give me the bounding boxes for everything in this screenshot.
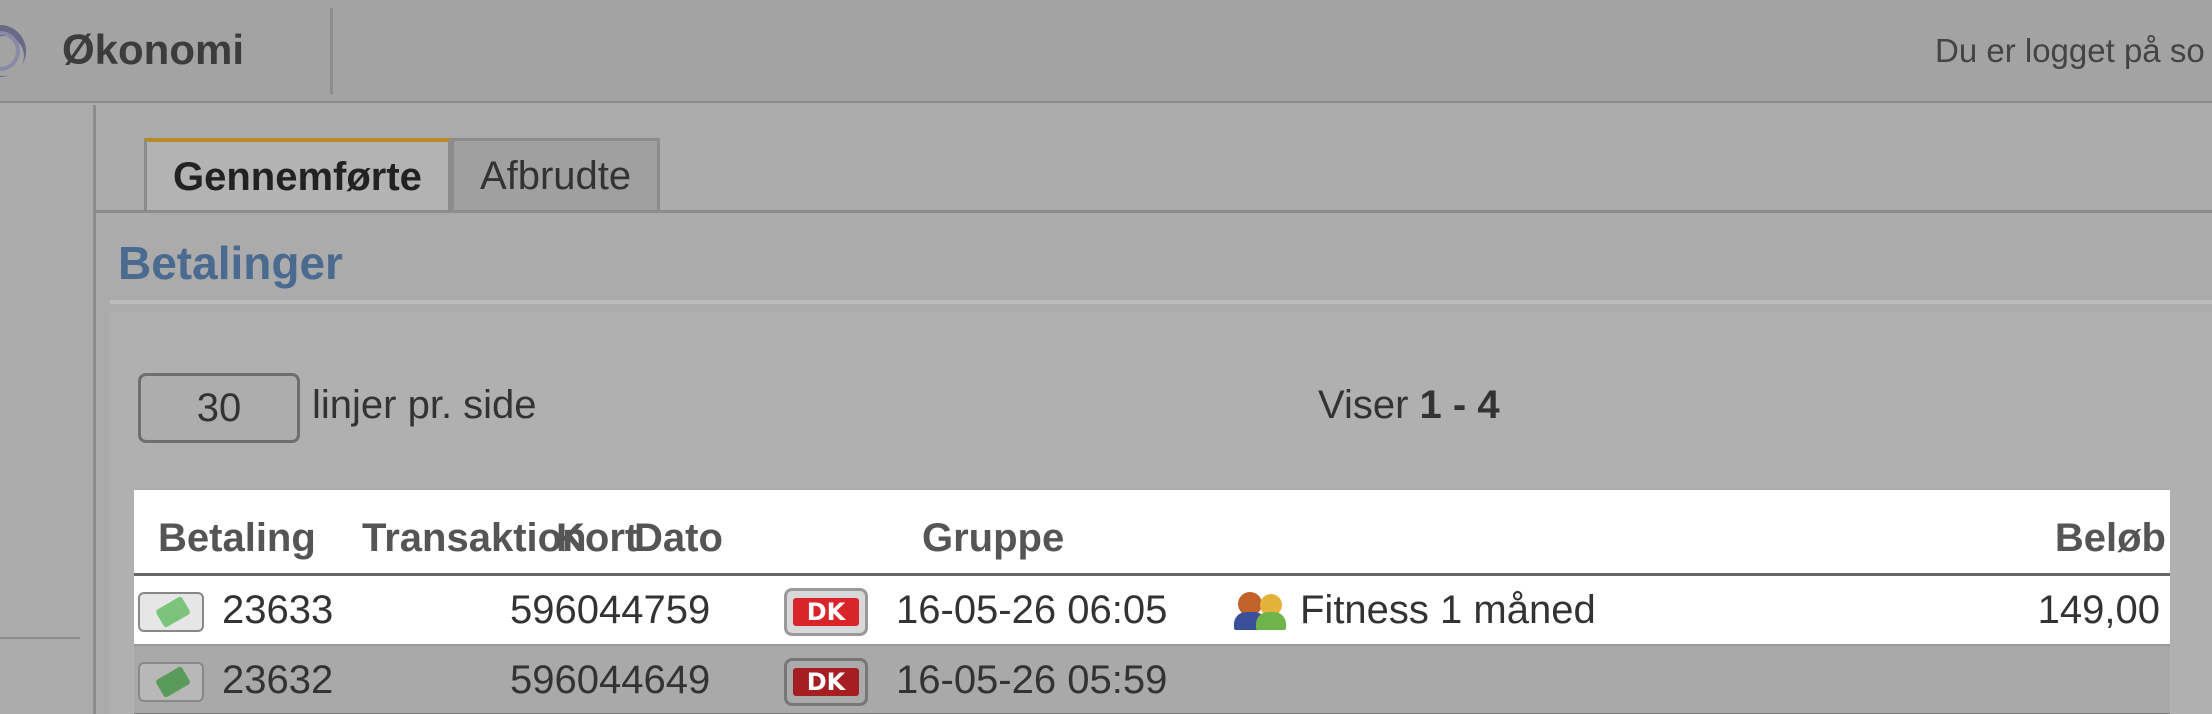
left-sidebar <box>0 105 96 714</box>
table-header: Betaling Transaktion Kort Dato Gruppe Be… <box>134 490 2170 576</box>
dankort-icon: DK <box>784 658 868 706</box>
cell-betaling: 23632 <box>222 658 334 702</box>
lines-per-page-label: linjer pr. side <box>312 383 537 427</box>
cell-dato: 16-05-26 05:59 <box>896 658 1168 702</box>
cell-belob: 149,00 <box>2037 588 2160 632</box>
dankort-icon: DK <box>784 588 868 636</box>
column-header-betaling[interactable]: Betaling <box>158 516 316 561</box>
payment-icon[interactable] <box>138 662 204 702</box>
logo-icon[interactable] <box>0 20 40 82</box>
cell-dato: 16-05-26 06:05 <box>896 588 1168 632</box>
section-divider <box>110 300 2212 304</box>
login-status-text: Du er logget på so <box>1935 32 2205 69</box>
cell-transaktion: 596044759 <box>510 588 711 632</box>
cell-gruppe: Fitness 1 måned <box>1300 588 1596 632</box>
column-header-gruppe[interactable]: Gruppe <box>922 516 1064 561</box>
viser-label: Viser <box>1318 383 1409 427</box>
column-header-transaktion[interactable]: Transaktion <box>362 516 587 561</box>
column-header-belob[interactable]: Beløb <box>2055 516 2166 561</box>
tab-gennemforte[interactable]: Gennemførte <box>144 138 451 212</box>
sidebar-divider <box>0 637 80 639</box>
viser-range: 1 - 4 <box>1419 383 1500 427</box>
tab-afbrudte[interactable]: Afbrudte <box>450 138 661 212</box>
payments-table: Betaling Transaktion Kort Dato Gruppe Be… <box>134 490 2170 714</box>
cell-transaktion: 596044649 <box>510 658 711 702</box>
section-title: Betalinger <box>118 237 343 289</box>
table-row[interactable]: 23632 596044649 DK 16-05-26 05:59 <box>134 646 2170 714</box>
payment-icon[interactable] <box>138 592 204 632</box>
lines-per-page-input[interactable]: 30 <box>138 373 300 443</box>
table-row[interactable]: 23633 596044759 DK 16-05-26 06:05 Fitnes… <box>134 576 2170 646</box>
top-bar: Økonomi Du er logget på so <box>0 0 2212 103</box>
tabs-baseline <box>96 210 2212 213</box>
column-header-kort[interactable]: Kort <box>556 516 638 561</box>
app-title: Økonomi <box>62 26 245 73</box>
cell-betaling: 23633 <box>222 588 334 632</box>
column-header-dato[interactable]: Dato <box>634 516 723 561</box>
result-range: Viser 1 - 4 <box>1318 383 1500 428</box>
header-divider <box>330 8 333 94</box>
tab-bar: Gennemførte Afbrudte <box>144 138 661 212</box>
group-icon <box>1234 590 1288 632</box>
